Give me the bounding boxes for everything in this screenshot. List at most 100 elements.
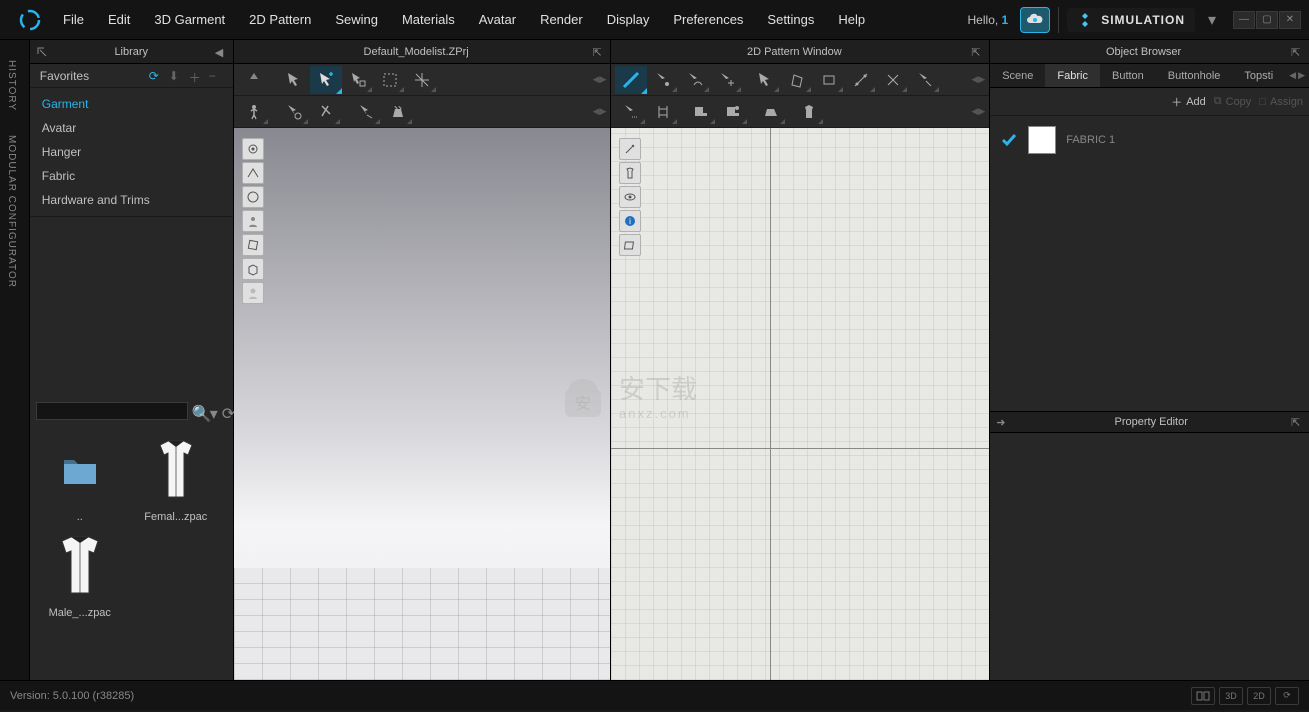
tree-garment[interactable]: Garment (30, 92, 233, 116)
side-tab-history[interactable]: HISTORY (0, 48, 29, 123)
edit-pattern-tool[interactable] (615, 66, 647, 94)
sewing-machine-tool[interactable] (685, 98, 717, 126)
popout-icon[interactable]: ⇱ (1291, 46, 1303, 58)
fabric-item[interactable]: FABRIC 1 (1000, 126, 1299, 154)
close-button[interactable]: ✕ (1279, 11, 1301, 29)
collapse-left-icon[interactable]: ◀ (215, 46, 227, 58)
thumb-female-garment[interactable]: Femal...zpac (132, 435, 220, 523)
menu-2d-pattern[interactable]: 2D Pattern (238, 6, 322, 33)
download-icon[interactable]: ⬇ (169, 69, 183, 83)
toolbar-scroll-left-icon[interactable]: ◀ (593, 106, 600, 117)
toolbar-scroll-left-icon[interactable]: ◀ (593, 74, 600, 85)
popout-icon[interactable]: ⇱ (1291, 416, 1303, 428)
menu-display[interactable]: Display (596, 6, 661, 33)
collapse-arrow-icon[interactable]: ➜ (996, 416, 1005, 429)
menu-3d-garment[interactable]: 3D Garment (143, 6, 236, 33)
thumb-male-garment[interactable]: Male_...zpac (36, 531, 124, 619)
tab-button[interactable]: Button (1100, 64, 1156, 87)
menu-materials[interactable]: Materials (391, 6, 466, 33)
avatar-pose-tool[interactable] (238, 98, 270, 126)
popout-icon[interactable]: ⇱ (592, 46, 604, 58)
simulation-dropdown[interactable]: ▾ (1203, 11, 1221, 29)
status-layout-button[interactable] (1191, 687, 1215, 705)
tree-hanger[interactable]: Hanger (30, 140, 233, 164)
toolbar-scroll-left-icon[interactable]: ◀ (971, 74, 978, 85)
tabs-scroll-right-icon[interactable]: ▶ (1298, 70, 1305, 81)
status-2d-button[interactable]: 2D (1247, 687, 1271, 705)
view-avatar-icon[interactable] (242, 210, 264, 232)
add-point-tool[interactable] (711, 66, 743, 94)
view-info-icon[interactable]: i (619, 210, 641, 232)
free-sewing-tool[interactable] (647, 98, 679, 126)
select-tool[interactable] (278, 66, 310, 94)
trace-tool[interactable] (909, 66, 941, 94)
view-bounding-icon[interactable] (242, 258, 264, 280)
segment-sewing-tool[interactable] (615, 98, 647, 126)
rectangle-tool[interactable] (813, 66, 845, 94)
tab-buttonhole[interactable]: Buttonhole (1156, 64, 1233, 87)
chevron-down-icon[interactable]: ▾ (210, 404, 218, 418)
simulate-tool[interactable] (238, 66, 270, 94)
view-garment-2d-icon[interactable] (619, 162, 641, 184)
add-icon[interactable]: ＋ (189, 69, 203, 83)
tab-scene[interactable]: Scene (990, 64, 1045, 87)
polygon-tool[interactable] (781, 66, 813, 94)
iron-tool[interactable] (755, 98, 787, 126)
thumb-parent-folder[interactable]: .. (36, 435, 124, 523)
gizmo-tool[interactable] (406, 66, 438, 94)
internal-line-tool[interactable] (845, 66, 877, 94)
view-silhouette-icon[interactable] (242, 282, 264, 304)
fold-tool[interactable] (350, 98, 382, 126)
box-select-tool[interactable] (374, 66, 406, 94)
tack-tool[interactable] (310, 98, 342, 126)
view-arrangement-icon[interactable] (242, 234, 264, 256)
toolbar-scroll-right-icon[interactable]: ▶ (978, 106, 985, 117)
search-icon[interactable]: 🔍 (192, 404, 206, 418)
canvas-2d[interactable]: i (611, 128, 989, 680)
toolbar-scroll-right-icon[interactable]: ▶ (600, 74, 607, 85)
canvas-3d[interactable] (234, 128, 611, 680)
view-eye-icon[interactable] (619, 186, 641, 208)
tabs-scroll-left-icon[interactable]: ◀ (1289, 70, 1296, 81)
edit-curve-point-tool[interactable] (647, 66, 679, 94)
tree-avatar[interactable]: Avatar (30, 116, 233, 140)
menu-preferences[interactable]: Preferences (662, 6, 754, 33)
undock-icon[interactable] (36, 46, 48, 58)
view-folder-icon[interactable] (619, 234, 641, 256)
cloud-sync-button[interactable] (1020, 7, 1050, 33)
menu-file[interactable]: File (52, 6, 95, 33)
menu-sewing[interactable]: Sewing (324, 6, 389, 33)
maximize-button[interactable]: ▢ (1256, 11, 1278, 29)
simulation-button[interactable]: SIMULATION (1067, 8, 1195, 32)
menu-help[interactable]: Help (827, 6, 876, 33)
menu-render[interactable]: Render (529, 6, 594, 33)
menu-edit[interactable]: Edit (97, 6, 141, 33)
add-fabric-button[interactable]: ＋ Add (1171, 94, 1206, 110)
assign-fabric-button[interactable]: □ Assign (1259, 96, 1303, 108)
transform-pattern-tool[interactable] (749, 66, 781, 94)
status-refresh-button[interactable]: ⟳ (1275, 687, 1299, 705)
refresh-icon[interactable]: ⟳ (149, 69, 163, 83)
fabric-swatch[interactable] (1028, 126, 1056, 154)
minimize-button[interactable]: — (1233, 11, 1255, 29)
view-thick-icon[interactable] (242, 162, 264, 184)
status-3d-button[interactable]: 3D (1219, 687, 1243, 705)
library-search-input[interactable] (36, 402, 188, 420)
pin-tool[interactable] (278, 98, 310, 126)
select-move-tool[interactable] (310, 66, 342, 94)
tree-hardware-trims[interactable]: Hardware and Trims (30, 188, 233, 212)
tab-fabric[interactable]: Fabric (1045, 64, 1100, 87)
sewing-machine-2-tool[interactable] (717, 98, 749, 126)
view-pen-icon[interactable] (619, 138, 641, 160)
tab-topstitch[interactable]: Topsti (1232, 64, 1285, 87)
menu-avatar[interactable]: Avatar (468, 6, 527, 33)
dart-tool[interactable] (877, 66, 909, 94)
select-mesh-tool[interactable] (342, 66, 374, 94)
view-texture-icon[interactable] (242, 138, 264, 160)
side-tab-modular-configurator[interactable]: MODULAR CONFIGURATOR (0, 123, 29, 300)
toolbar-scroll-right-icon[interactable]: ▶ (978, 74, 985, 85)
garment-tool[interactable] (793, 98, 825, 126)
copy-fabric-button[interactable]: ⧉ Copy (1214, 95, 1252, 108)
tree-fabric[interactable]: Fabric (30, 164, 233, 188)
toolbar-scroll-left-icon[interactable]: ◀ (971, 106, 978, 117)
